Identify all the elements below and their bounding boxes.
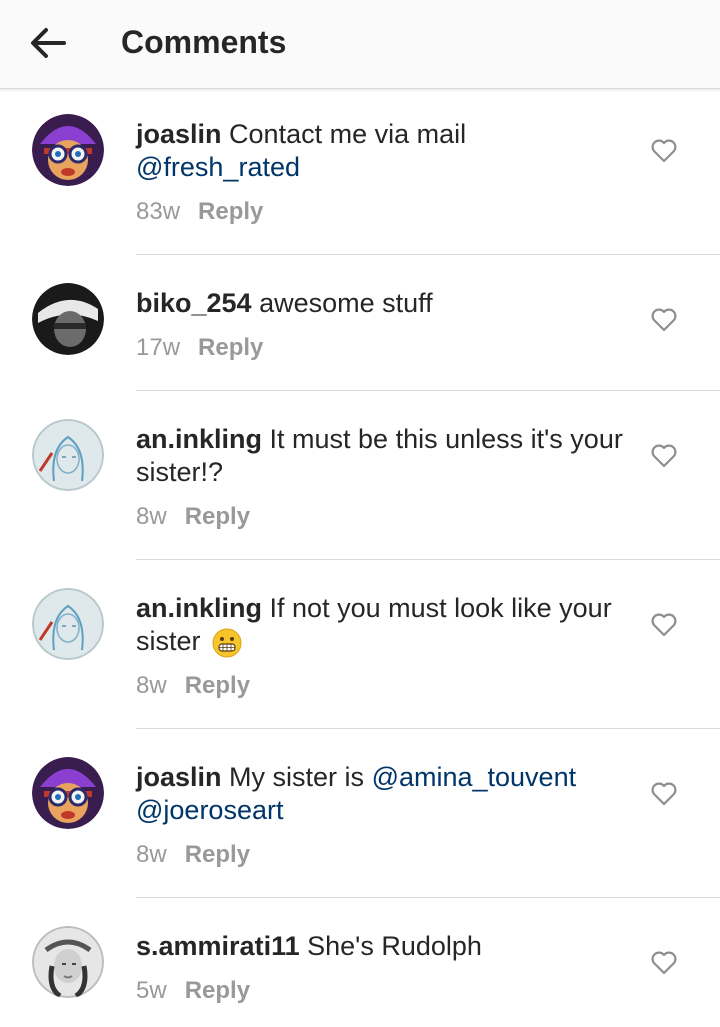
heart-icon[interactable] [650,138,678,164]
heart-icon[interactable] [650,307,678,333]
divider [136,728,720,729]
comment-text: biko_254 awesome stuff [136,287,626,320]
comment-meta: 5w Reply [136,977,250,1005]
comment-username[interactable]: biko_254 [136,288,252,318]
comment-body: She's Rudolph [307,931,482,961]
comment-body: My sister is [229,762,365,792]
reply-button[interactable]: Reply [198,198,263,225]
avatar[interactable] [32,588,104,660]
comment-text: an.inkling It must be this unless it's y… [136,423,626,489]
heart-icon[interactable] [650,950,678,976]
comment-meta: 8w Reply [136,503,250,531]
comment-text: joaslin My sister is @amina_touvent @joe… [136,761,626,827]
comment-text: joaslin Contact me via mail @fresh_rated [136,118,626,184]
avatar[interactable] [32,114,104,186]
mention-link[interactable]: @joeroseart [136,795,283,825]
reply-button[interactable]: Reply [185,841,250,868]
heart-icon[interactable] [650,781,678,807]
comment-username[interactable]: an.inkling [136,593,262,623]
reply-button[interactable]: Reply [185,672,250,699]
comment-username[interactable]: s.ammirati11 [136,931,300,961]
comment-meta: 17w Reply [136,334,263,362]
comment-time: 8w [136,672,167,699]
comment-meta: 83w Reply [136,198,263,226]
divider [136,390,720,391]
comment-time: 5w [136,977,167,1004]
grinning-face-icon [212,628,242,658]
comment-time: 8w [136,503,167,530]
heart-icon[interactable] [650,443,678,469]
back-arrow-icon[interactable] [24,22,72,64]
divider [136,254,720,255]
mention-link[interactable]: @fresh_rated [136,152,300,182]
comment-meta: 8w Reply [136,841,250,869]
heart-icon[interactable] [650,612,678,638]
comment-text: an.inkling If not you must look like you… [136,592,626,658]
divider [136,559,720,560]
comment-username[interactable]: an.inkling [136,424,262,454]
page-title: Comments [121,24,287,60]
reply-button[interactable]: Reply [198,334,263,361]
avatar[interactable] [32,419,104,491]
avatar[interactable] [32,283,104,355]
reply-button[interactable]: Reply [185,503,250,530]
comment-body: awesome stuff [259,288,433,318]
comment-time: 8w [136,841,167,868]
comment-username[interactable]: joaslin [136,119,222,149]
comment-text: s.ammirati11 She's Rudolph [136,930,626,963]
avatar[interactable] [32,757,104,829]
comment-time: 17w [136,334,181,361]
app-header: Comments [0,0,720,89]
divider [136,897,720,898]
mention-link[interactable]: @amina_touvent [372,762,577,792]
avatar[interactable] [32,926,104,998]
comment-time: 83w [136,198,181,225]
comment-username[interactable]: joaslin [136,762,222,792]
comment-meta: 8w Reply [136,672,250,700]
comment-body: Contact me via mail [229,119,467,149]
reply-button[interactable]: Reply [185,977,250,1004]
